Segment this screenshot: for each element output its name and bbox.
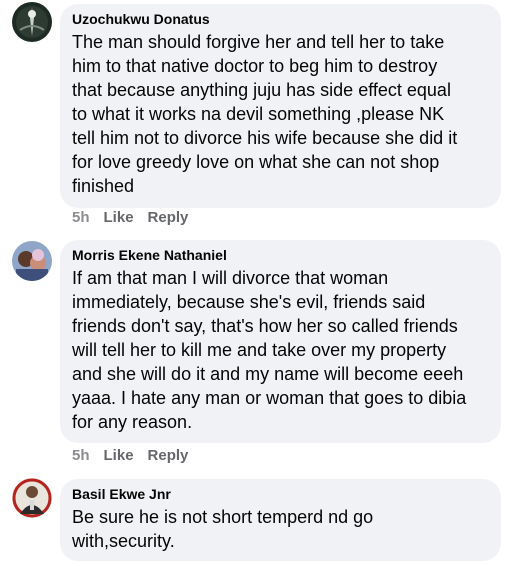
comment-bubble: Uzochukwu Donatus The man should forgive… (60, 4, 501, 208)
reply-button[interactable]: Reply (148, 208, 189, 228)
like-button[interactable]: Like (104, 446, 134, 466)
avatar-image (12, 478, 52, 518)
avatar[interactable] (12, 478, 52, 518)
comment-actions: 5h Like Reply (72, 446, 188, 466)
comment-timestamp[interactable]: 5h (72, 446, 90, 466)
comment-text: If am that man I will divorce that woman… (72, 268, 467, 432)
avatar-image (12, 2, 52, 42)
reply-button[interactable]: Reply (148, 446, 189, 466)
avatar-image (12, 241, 52, 281)
comment-bubble: Morris Ekene Nathaniel If am that man I … (60, 240, 501, 443)
comment-author[interactable]: Uzochukwu Donatus (72, 10, 489, 28)
comment-bubble: Basil Ekwe Jnr Be sure he is not short t… (60, 479, 501, 561)
comment-text: The man should forgive her and tell her … (72, 32, 458, 196)
avatar[interactable] (12, 241, 52, 281)
comment-actions: 5h Like Reply (72, 208, 188, 228)
like-button[interactable]: Like (104, 208, 134, 228)
comment-author[interactable]: Basil Ekwe Jnr (72, 485, 489, 503)
comment-author[interactable]: Morris Ekene Nathaniel (72, 246, 489, 264)
comment-text: Be sure he is not short temperd nd go wi… (72, 507, 374, 551)
avatar[interactable] (12, 2, 52, 42)
comment-timestamp[interactable]: 5h (72, 208, 90, 228)
